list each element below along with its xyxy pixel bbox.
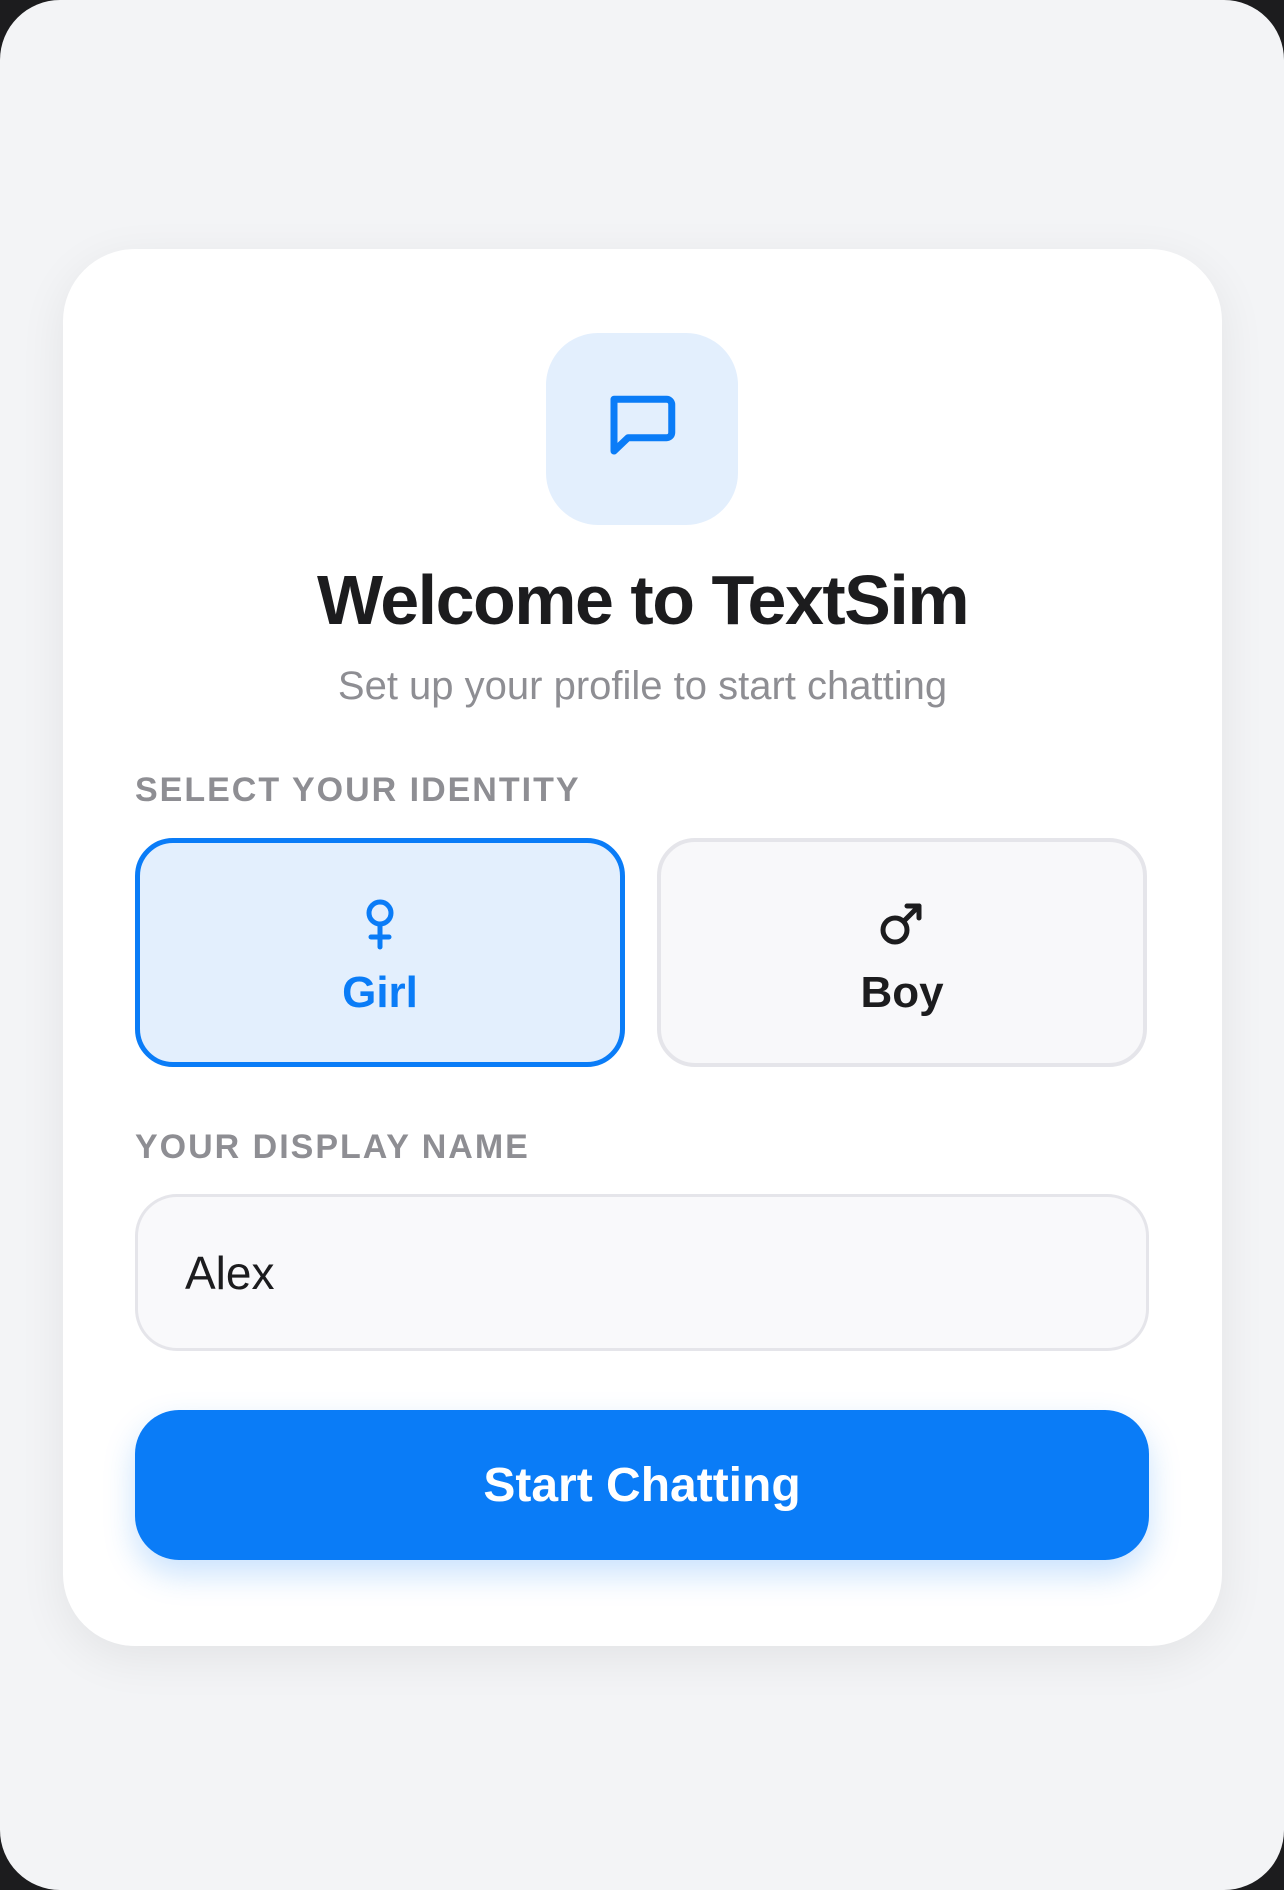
page-subtitle: Set up your profile to start chatting	[337, 664, 948, 708]
app-logo	[546, 333, 738, 525]
identity-option-boy[interactable]: Boy	[657, 838, 1147, 1067]
chat-bubble-icon	[610, 395, 676, 455]
display-name-input[interactable]	[135, 1194, 1149, 1351]
page-title: Welcome to TextSim	[316, 561, 970, 639]
start-chatting-button[interactable]: Start Chatting	[135, 1410, 1149, 1560]
identity-section-label: SELECT YOUR IDENTITY	[135, 771, 581, 809]
app-screen: Welcome to TextSim Set up your profile t…	[0, 0, 1284, 1890]
display-name-label: YOUR DISPLAY NAME	[135, 1128, 530, 1166]
identity-option-girl[interactable]: Girl	[135, 838, 625, 1067]
onboarding-card: Welcome to TextSim Set up your profile t…	[63, 249, 1222, 1646]
male-symbol-icon	[880, 903, 922, 944]
identity-option-label: Boy	[860, 967, 944, 1017]
identity-option-label: Girl	[342, 967, 418, 1017]
female-symbol-icon	[366, 899, 394, 949]
